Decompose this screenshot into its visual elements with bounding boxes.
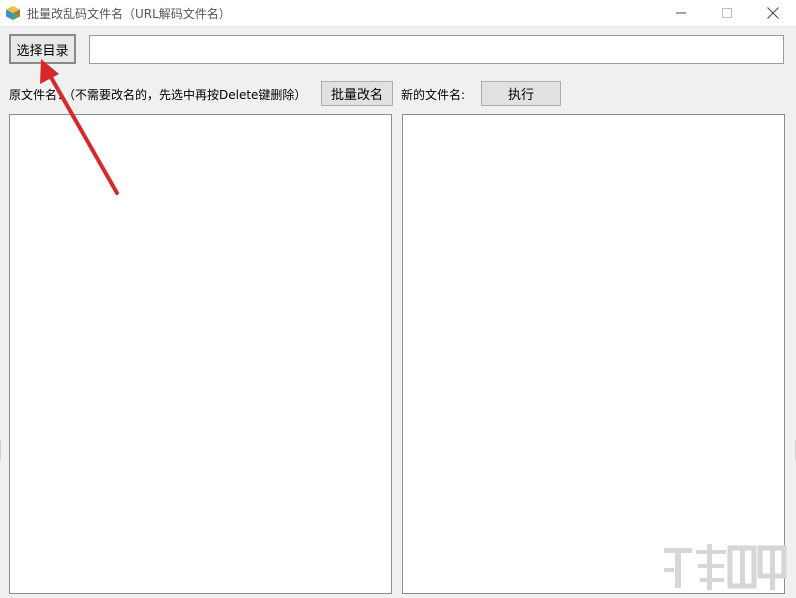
- directory-path-input[interactable]: [89, 35, 784, 64]
- title-bar: 批量改乱码文件名（URL解码文件名）: [0, 0, 796, 27]
- batch-rename-button[interactable]: 批量改名: [321, 81, 393, 106]
- maximize-icon: [722, 8, 732, 18]
- execute-button[interactable]: 执行: [481, 81, 561, 106]
- window-title: 批量改乱码文件名（URL解码文件名）: [27, 7, 231, 21]
- original-filenames-label: 原文件名：（不需要改名的，先选中再按Delete键删除）: [9, 88, 307, 102]
- close-button[interactable]: [750, 0, 796, 26]
- minimize-icon: [676, 12, 686, 14]
- close-icon: [767, 7, 779, 19]
- select-directory-button[interactable]: 选择目录: [9, 34, 76, 64]
- original-filenames-list[interactable]: [9, 114, 392, 594]
- app-cube-icon: [6, 6, 20, 20]
- minimize-button[interactable]: [658, 0, 704, 26]
- new-filenames-label: 新的文件名:: [401, 88, 466, 102]
- maximize-button[interactable]: [704, 0, 750, 26]
- window-left-edge: [0, 440, 1, 460]
- new-filenames-list[interactable]: [402, 114, 785, 594]
